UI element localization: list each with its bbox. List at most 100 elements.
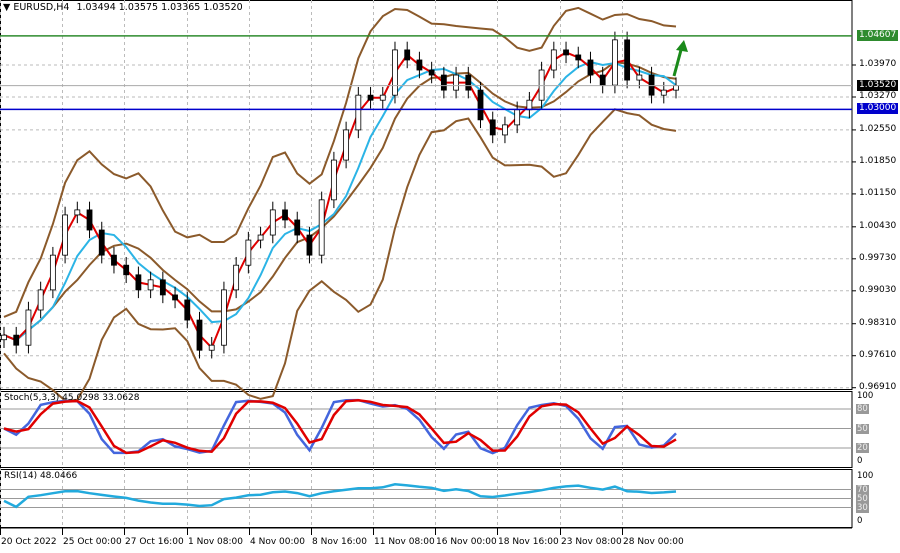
price-tick-label: 0.97610 <box>859 349 897 360</box>
candle-body <box>159 279 166 296</box>
candle-body <box>147 279 154 291</box>
candle-body <box>477 89 484 121</box>
price-tick-label: 1.02550 <box>859 123 897 134</box>
candle-body <box>184 299 191 321</box>
chart-header: ▼ EURUSD,H4 1.03494 1.03575 1.03365 1.03… <box>3 2 243 13</box>
rsi-line <box>3 483 677 509</box>
candle-body <box>563 49 569 56</box>
candle-body <box>673 85 679 91</box>
stoch-signal-line <box>3 398 677 455</box>
candle-body <box>62 214 68 256</box>
candle-body <box>233 264 240 291</box>
price-tick-label: 1.00430 <box>859 220 897 231</box>
candle-body <box>306 234 313 256</box>
time-label: 1 Nov 08:00 <box>188 537 243 547</box>
chart-canvas[interactable] <box>0 0 900 553</box>
candle-body <box>111 254 117 266</box>
stoch-tick-label: 20 <box>856 443 869 453</box>
time-label: 27 Oct 16:00 <box>125 537 184 547</box>
candle-body <box>269 209 276 236</box>
candle-body <box>221 289 227 346</box>
stoch-label: Stoch(5,3,3) 45.0298 33.0628 <box>4 393 140 403</box>
candle-body <box>612 39 618 86</box>
rsi-tick-label: 100 <box>857 471 874 481</box>
candle-body <box>294 219 301 236</box>
candle-body <box>416 59 423 71</box>
slow-moving-average <box>3 60 677 342</box>
candle-body <box>489 119 496 136</box>
candle-body <box>636 74 643 81</box>
candle-body <box>49 254 56 291</box>
time-label: 20 Oct 2022 <box>1 537 57 547</box>
candle-body <box>74 209 81 216</box>
candle-body <box>660 89 667 96</box>
candle-body <box>196 319 203 351</box>
support-price-label: 1.03000 <box>857 103 899 115</box>
candle-body <box>575 54 582 61</box>
candle-body <box>599 74 606 86</box>
candle-body <box>282 209 288 221</box>
candle-body <box>465 74 472 91</box>
candle-body <box>404 49 411 61</box>
candle-body <box>135 274 142 291</box>
triangle-down-icon[interactable]: ▼ <box>3 2 10 13</box>
time-label: 23 Nov 08:00 <box>561 537 622 547</box>
candle-body <box>343 129 350 161</box>
price-tick-label: 1.03270 <box>859 90 897 101</box>
up-arrow-head-icon <box>676 40 688 52</box>
candle-body <box>1 334 7 341</box>
candle-body <box>257 234 264 241</box>
up-arrow-icon <box>672 49 683 77</box>
candle-body <box>587 59 594 76</box>
resistance-price-label: 1.04607 <box>857 29 899 41</box>
candle-body <box>453 74 459 91</box>
bollinger-middle-band <box>3 61 677 342</box>
candle-body <box>208 344 215 351</box>
candle-body <box>526 99 533 111</box>
price-tick-label: 1.01150 <box>859 187 897 198</box>
rsi-tick-label: 0 <box>857 516 863 526</box>
candle-body <box>25 309 32 346</box>
candle-body <box>123 264 130 276</box>
bollinger-lower-band <box>3 108 677 402</box>
candle-body <box>318 199 325 256</box>
candle-body <box>624 39 631 81</box>
price-tick-label: 0.98310 <box>859 317 897 328</box>
candle-body <box>502 124 508 136</box>
candle-body <box>514 109 521 126</box>
price-tick-label: 1.03970 <box>859 59 897 69</box>
candle-body <box>440 74 447 91</box>
candle-body <box>392 49 398 96</box>
candle-body <box>37 289 44 311</box>
time-label: 11 Nov 08:00 <box>374 537 435 547</box>
candle-body <box>86 209 93 231</box>
time-label: 8 Nov 16:00 <box>312 537 367 547</box>
time-label: 16 Nov 00:00 <box>436 537 497 547</box>
stoch-tick-label: 80 <box>856 404 869 414</box>
rsi-tick-label: 30 <box>856 502 869 513</box>
price-tick-label: 0.99730 <box>859 252 897 263</box>
candle-body <box>379 94 386 101</box>
time-label: 25 Oct 00:00 <box>63 537 122 547</box>
time-label: 4 Nov 00:00 <box>250 537 305 547</box>
time-label: 28 Nov 00:00 <box>623 537 684 547</box>
candle-body <box>13 334 20 346</box>
candle-body <box>330 159 337 201</box>
stoch-tick-label: 0 <box>857 456 863 466</box>
ohlc-values: 1.03494 1.03575 1.03365 1.03520 <box>76 2 243 13</box>
stoch-tick-label: 100 <box>857 391 874 401</box>
price-tick-label: 0.99030 <box>859 284 897 295</box>
candle-body <box>245 239 252 266</box>
candle-body <box>550 49 557 71</box>
candle-body <box>172 294 178 301</box>
price-tick-label: 1.01850 <box>859 155 897 166</box>
symbol-label: EURUSD,H4 <box>13 2 70 13</box>
time-label: 18 Nov 16:00 <box>498 537 559 547</box>
candle-body <box>367 94 374 101</box>
candle-body <box>428 69 435 76</box>
current-price-label: 1.03520 <box>857 79 899 91</box>
rsi-label: RSI(14) 48.0466 <box>4 471 78 481</box>
stoch-tick-label: 50 <box>856 423 869 434</box>
candle-body <box>355 94 362 131</box>
main-panel-frame <box>0 0 853 390</box>
